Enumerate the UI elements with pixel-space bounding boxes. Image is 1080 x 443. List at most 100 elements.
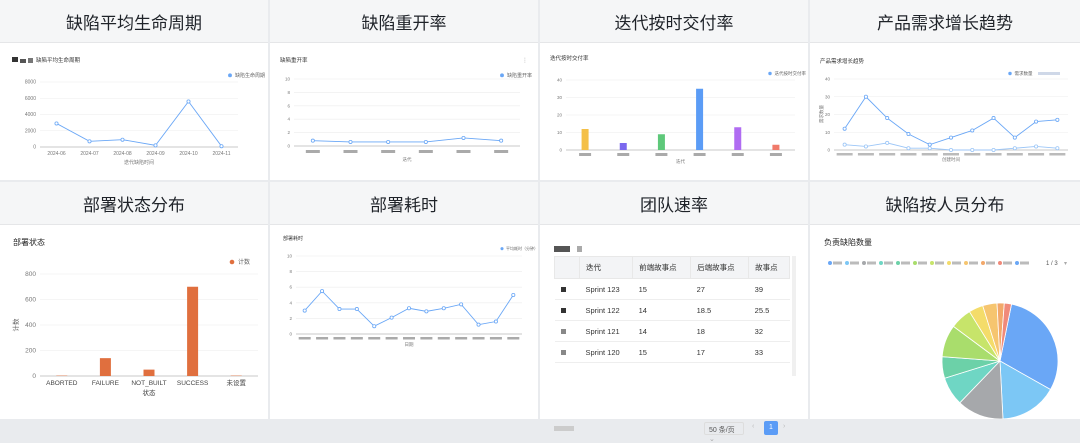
x-tick-placeholder — [344, 150, 358, 153]
data-point — [1013, 136, 1016, 139]
data-point — [1056, 147, 1059, 150]
x-tick-placeholder — [732, 153, 744, 156]
data-point — [311, 139, 314, 142]
legend-marker — [768, 72, 771, 75]
next-page-button[interactable]: › — [783, 423, 785, 430]
y-tick-label: 8 — [289, 269, 292, 274]
legend-label-placeholder — [1003, 262, 1012, 265]
x-tick-placeholder — [299, 337, 311, 340]
y-tick-label: 8 — [287, 90, 290, 95]
x-tick-placeholder — [438, 337, 450, 340]
legend-marker — [228, 73, 232, 77]
x-axis-title: 日期 — [405, 342, 414, 348]
table-cell: 35.5 — [749, 363, 790, 367]
y-tick-label: 2 — [287, 130, 290, 135]
page-size-select[interactable]: 50 条/页 ⌄ — [704, 422, 744, 435]
table-scrollbar[interactable] — [792, 256, 796, 376]
card-heading: 缺陷按人员分布 — [810, 182, 1080, 225]
y-tick-label: 0 — [289, 332, 292, 337]
data-point — [971, 129, 974, 132]
row-status-icon — [561, 329, 566, 334]
table-header-cell[interactable]: 后端故事点 — [691, 257, 749, 279]
y-tick-label: 6000 — [25, 96, 36, 102]
legend-marker — [913, 261, 917, 265]
y-tick-label: 30 — [557, 95, 563, 100]
delivery-rate-chart: 迭代按时交付率迭代按时交付率010203040迭代 — [540, 42, 808, 180]
legend-label: 缺陷生命周期 — [235, 72, 265, 79]
y-tick-label: 40 — [557, 78, 563, 83]
chevron-right-icon: › — [783, 423, 785, 430]
table-row[interactable]: Sprint 120151733 — [555, 342, 790, 363]
x-tick-label: FAILURE — [92, 380, 120, 387]
legend-label-placeholder — [850, 262, 859, 265]
y-tick-label: 200 — [25, 348, 36, 355]
table-cell: Sprint 123 — [580, 279, 633, 300]
row-marker[interactable] — [555, 279, 580, 300]
row-marker[interactable] — [555, 300, 580, 321]
x-tick-placeholder — [419, 150, 433, 153]
legend-label: 缺陷重开率 — [507, 72, 532, 79]
x-tick-placeholder — [964, 153, 980, 156]
legend-marker — [862, 261, 866, 265]
legend-label-placeholder — [986, 262, 995, 265]
x-tick-placeholder — [420, 337, 432, 340]
table-header-cell[interactable]: 前端故事点 — [633, 257, 691, 279]
table-header-cell[interactable]: 故事点 — [749, 257, 790, 279]
data-point — [349, 140, 352, 143]
legend-label: 需求数量 — [1015, 70, 1033, 77]
x-tick-placeholder — [617, 153, 629, 156]
row-marker[interactable] — [555, 321, 580, 342]
x-tick-placeholder — [457, 150, 471, 153]
page-number-button[interactable]: 1 — [764, 421, 778, 435]
prev-page-button[interactable]: ‹ — [752, 423, 754, 430]
table-row[interactable]: Sprint 121141832 — [555, 321, 790, 342]
table-cell: 15 — [633, 342, 691, 363]
x-tick-placeholder — [1049, 153, 1065, 156]
x-axis-title: 迭代缺陷时间 — [124, 159, 154, 166]
chevron-down-icon: ⌄ — [709, 436, 715, 443]
table-cell: 18 — [691, 321, 749, 342]
table-cell: 15 — [633, 279, 691, 300]
bar — [144, 370, 155, 376]
x-tick-label: 2024-09 — [146, 151, 165, 157]
table-header-checkbox[interactable] — [555, 257, 580, 279]
table-row[interactable]: Sprint 1221418.525.5 — [555, 300, 790, 321]
table-cell: 21 — [691, 363, 749, 367]
legend-label: 计数 — [238, 258, 250, 266]
x-tick-label: ABORTED — [46, 380, 78, 387]
data-point — [187, 100, 190, 103]
data-point — [928, 147, 931, 150]
y-tick-label: 400 — [25, 322, 36, 329]
y-tick-label: 0 — [559, 148, 562, 153]
data-point — [425, 310, 428, 313]
x-tick-placeholder — [381, 150, 395, 153]
table-row[interactable]: Sprint 123152739 — [555, 279, 790, 300]
data-point — [355, 307, 358, 310]
table-cell: 39 — [749, 279, 790, 300]
card-deploy-status: 部署状态分布 部署状态计数0200400600800计数ABORTEDFAILU… — [0, 182, 268, 419]
x-tick-placeholder — [507, 337, 519, 340]
data-point — [949, 136, 952, 139]
x-axis-title: 迭代 — [676, 158, 685, 165]
row-marker[interactable] — [555, 342, 580, 363]
table-row[interactable]: Sprint 11914.52135.5 — [555, 363, 790, 367]
card-deploy-duration: 部署耗时 部署耗时平均耗时（分钟）0246810日期 — [270, 182, 538, 419]
total-count-placeholder — [554, 426, 574, 433]
x-tick-label: SUCCESS — [177, 380, 209, 387]
table-header-cell[interactable]: 迭代 — [580, 257, 633, 279]
data-point — [907, 132, 910, 135]
bar — [620, 143, 627, 150]
row-status-icon — [561, 308, 566, 313]
row-marker[interactable] — [555, 363, 580, 367]
chart-icon — [20, 59, 26, 63]
series-line — [57, 102, 222, 147]
x-tick-placeholder — [351, 337, 363, 340]
legend-marker — [1008, 72, 1011, 75]
x-tick-placeholder — [316, 337, 328, 340]
chart-title: 部署状态 — [13, 237, 45, 247]
x-tick-placeholder — [770, 153, 782, 156]
legend-marker — [896, 261, 900, 265]
x-axis-title: 创建时间 — [942, 156, 960, 163]
x-tick-label: 2024-11 — [213, 151, 231, 157]
data-point — [1034, 145, 1037, 148]
